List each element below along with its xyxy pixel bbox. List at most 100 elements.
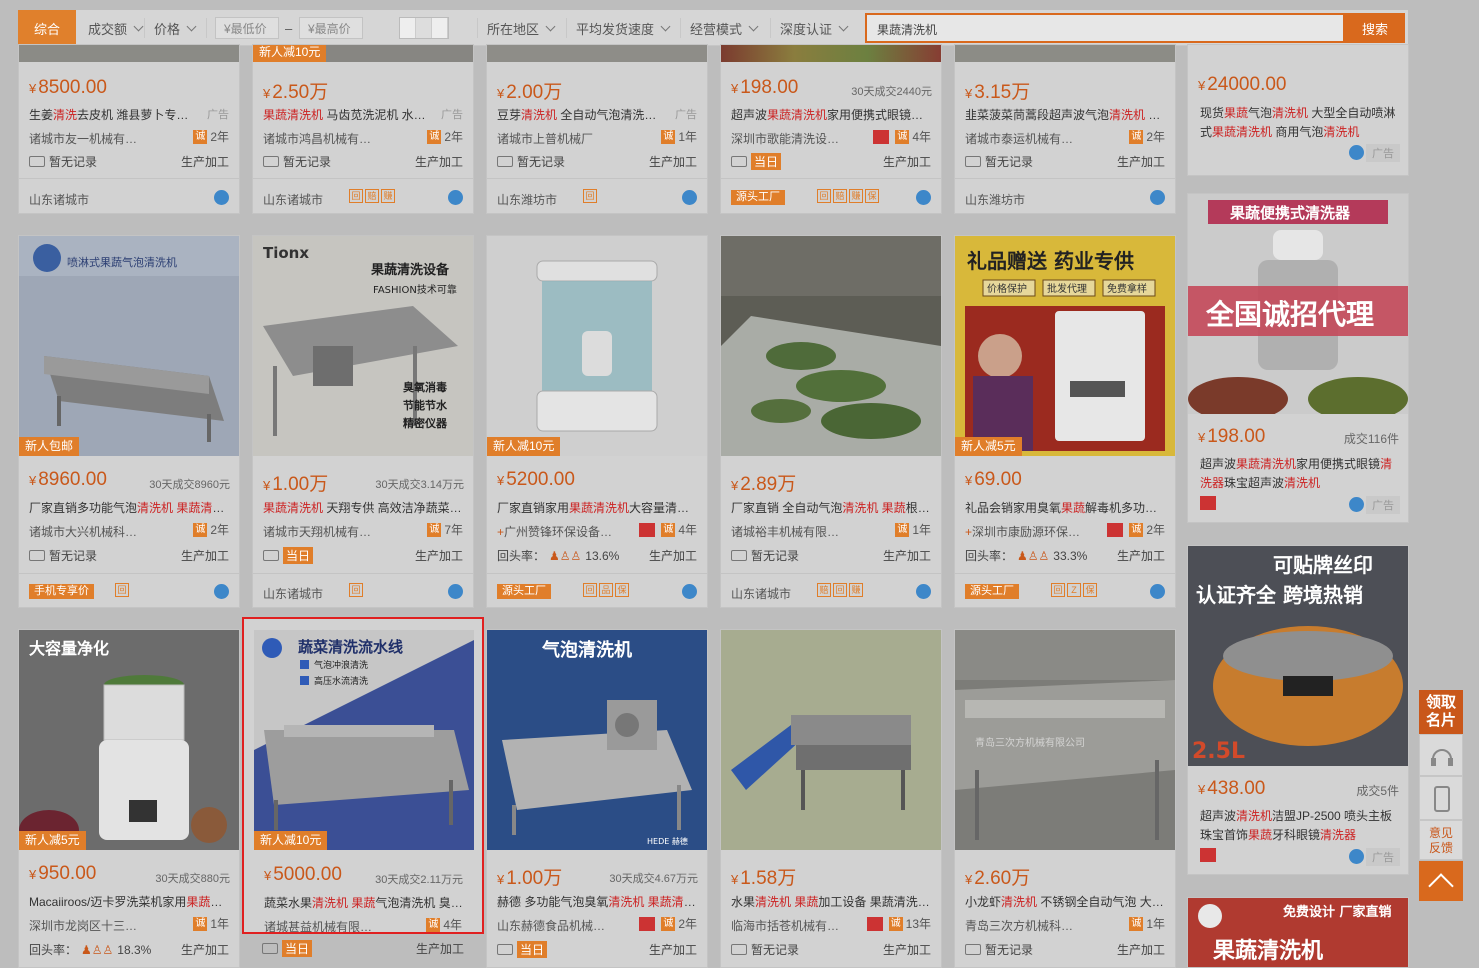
product-image[interactable]: 新人减10元 bbox=[253, 45, 473, 62]
sort-price[interactable]: 价格 bbox=[154, 18, 197, 38]
product-image[interactable] bbox=[487, 45, 707, 62]
filter-certify[interactable]: 深度认证 bbox=[780, 18, 849, 38]
shop-name[interactable]: 诸城裕丰机械有限… bbox=[731, 523, 839, 540]
wangwang-chat-icon[interactable] bbox=[682, 584, 697, 599]
wangwang-chat-icon[interactable] bbox=[448, 190, 463, 205]
shop-name[interactable]: 诸城市鸿昌机械有… bbox=[263, 130, 371, 147]
product-card[interactable]: 新人减10元 ¥5200.00 厂家直销家用果蔬清洗机大容量清… +广州赞锋环保… bbox=[486, 235, 708, 608]
product-image[interactable]: 蔬菜清洗流水线 气泡冲浪清洗 高压水流清洗 新人减10元 bbox=[254, 630, 474, 850]
shop-name[interactable]: 诸城市泰运机械有… bbox=[965, 130, 1073, 147]
product-card-selected[interactable]: 蔬菜清洗流水线 气泡冲浪清洗 高压水流清洗 新人减10元 ¥5000.00 30… bbox=[242, 617, 484, 934]
ad-image[interactable]: 果蔬便携式清洗器 全国诚招代理 bbox=[1188, 194, 1408, 421]
svg-text:高压水流清洗: 高压水流清洗 bbox=[314, 675, 368, 687]
product-title[interactable]: 蔬菜水果清洗机 果蔬气泡清洗机 臭… bbox=[264, 894, 462, 911]
product-card[interactable]: ¥3.15万 韭菜菠菜茼蒿段超声波气泡清洗机 … 诸城市泰运机械有… 诚 2年 暂… bbox=[954, 44, 1176, 214]
wangwang-chat-icon[interactable] bbox=[916, 584, 931, 599]
product-card[interactable]: 青岛三次方机械有限公司 ¥2.60万 小龙虾清洗机 不锈钢全自动气泡 大… 青岛… bbox=[954, 629, 1176, 968]
product-image[interactable]: 礼品赠送 药业专供 价格保护 批发代理 免费拿样 新人减5元 bbox=[955, 236, 1175, 456]
ad-title[interactable]: 超声波清洗机洁盟JP-2500 喷头主板珠宝首饰果蔬牙科眼镜清洗器 bbox=[1200, 807, 1396, 845]
back-to-top-button[interactable] bbox=[1419, 861, 1463, 901]
product-card[interactable]: 礼品赠送 药业专供 价格保护 批发代理 免费拿样 新人减5元 ¥69.00 礼品… bbox=[954, 235, 1176, 608]
shop-name[interactable]: 诸城市上普机械厂 bbox=[497, 130, 593, 147]
feedback-button[interactable]: 意见 反馈 bbox=[1419, 820, 1463, 860]
product-title[interactable]: 礼品会销家用臭氧果蔬解毒机多功… bbox=[965, 499, 1165, 516]
wangwang-chat-icon[interactable] bbox=[916, 190, 931, 205]
product-title[interactable]: 生姜清洗去皮机 潍县萝卜专… 广告 bbox=[29, 106, 229, 123]
product-title[interactable]: 水果清洗机 果蔬加工设备 果蔬清洗… bbox=[731, 893, 931, 910]
shop-name[interactable]: 山东赫德食品机械… bbox=[497, 917, 605, 934]
sort-volume[interactable]: 成交额 bbox=[88, 18, 144, 38]
product-image[interactable]: 喷淋式果蔬气泡清洗机 新人包邮 bbox=[19, 236, 239, 456]
filter-region[interactable]: 所在地区 bbox=[487, 18, 556, 38]
product-title[interactable]: 果蔬清洗机 马齿苋洗泥机 水… 广告 bbox=[263, 106, 463, 123]
product-title[interactable]: 厂家直销多功能气泡清洗机 果蔬清… bbox=[29, 499, 229, 516]
shop-name[interactable]: 深圳市歌能清洗设… bbox=[731, 130, 839, 147]
product-title[interactable]: 小龙虾清洗机 不锈钢全自动气泡 大… bbox=[965, 893, 1165, 910]
wangwang-chat-icon[interactable] bbox=[1349, 145, 1364, 160]
product-image[interactable]: 青岛三次方机械有限公司 bbox=[955, 630, 1175, 850]
wangwang-chat-icon[interactable] bbox=[1150, 190, 1165, 205]
wangwang-chat-icon[interactable] bbox=[1150, 584, 1165, 599]
product-title[interactable]: 豆芽清洗机 全自动气泡清洗… 广告 bbox=[497, 106, 697, 123]
view-toggle[interactable] bbox=[399, 17, 449, 39]
product-image[interactable]: 新人减10元 bbox=[487, 236, 707, 456]
product-card[interactable]: ¥198.00 30天成交2440元 超声波果蔬清洗机家用便携式眼镜… 深圳市歌… bbox=[720, 44, 942, 214]
ad-title[interactable]: 现货果蔬气泡清洗机 大型全自动喷淋式果蔬清洗机 商用气泡清洗机 bbox=[1200, 104, 1396, 142]
wangwang-chat-icon[interactable] bbox=[214, 190, 229, 205]
mobile-button[interactable] bbox=[1419, 776, 1463, 820]
wangwang-chat-icon[interactable] bbox=[448, 584, 463, 599]
shop-name[interactable]: 诸城市天翔机械有… bbox=[263, 523, 371, 540]
shop-name[interactable]: 诸城甚益机械有限… bbox=[264, 918, 372, 932]
wangwang-chat-icon[interactable] bbox=[214, 584, 229, 599]
product-title[interactable]: 果蔬清洗机 天翔专供 高效洁净蔬菜… bbox=[263, 499, 463, 516]
product-image[interactable]: Tionx 果蔬清洗设备 FASHION技术可靠 臭氧消毒 节能节水 精密仪器 bbox=[253, 236, 473, 456]
product-image[interactable] bbox=[19, 45, 239, 62]
wangwang-chat-icon[interactable] bbox=[1349, 497, 1364, 512]
filter-delivery[interactable]: 平均发货速度 bbox=[576, 18, 671, 38]
product-title[interactable]: 韭菜菠菜茼蒿段超声波气泡清洗机 … bbox=[965, 106, 1165, 123]
search-input[interactable]: 果蔬清洗机 bbox=[865, 13, 1345, 43]
product-image[interactable] bbox=[721, 236, 941, 456]
tab-comprehensive[interactable]: 综合 bbox=[18, 10, 76, 46]
product-image[interactable]: 气泡清洗机 HEDE 赫德 bbox=[487, 630, 707, 850]
product-card[interactable]: ¥2.89万 厂家直销 全自动气泡清洗机 果蔬根… 诸城裕丰机械有限… 诚 1年 … bbox=[720, 235, 942, 608]
price-max-input[interactable]: ¥最高价 bbox=[299, 17, 363, 39]
get-business-card-button[interactable]: 领取 名片 bbox=[1419, 690, 1463, 734]
shop-name[interactable]: 诸城市友一机械有… bbox=[29, 130, 137, 147]
shop-name[interactable]: 青岛三次方机械科… bbox=[965, 917, 1073, 934]
ad-title[interactable]: 超声波果蔬清洗机家用便携式眼镜清洗器珠宝超声波清洗机 bbox=[1200, 455, 1396, 493]
product-card[interactable]: ¥1.58万 水果清洗机 果蔬加工设备 果蔬清洗… 临海市括苍机械有… 诚 13年… bbox=[720, 629, 942, 968]
ad-card[interactable]: 果蔬便携式清洗器 全国诚招代理 ¥198.00 成交116件 超声波果蔬清洗机家… bbox=[1187, 193, 1409, 523]
product-title[interactable]: 超声波果蔬清洗机家用便携式眼镜… bbox=[731, 106, 931, 123]
product-card[interactable]: 喷淋式果蔬气泡清洗机 新人包邮 ¥8960.00 30天成交8960元 厂家直销… bbox=[18, 235, 240, 608]
product-title[interactable]: 厂家直销 全自动气泡清洗机 果蔬根… bbox=[731, 499, 931, 516]
product-image[interactable] bbox=[721, 45, 941, 62]
ad-image[interactable]: 可贴牌丝印 认证齐全 跨境热销 2.5L bbox=[1188, 546, 1408, 771]
product-card[interactable]: ¥8500.00 生姜清洗去皮机 潍县萝卜专… 广告 诸城市友一机械有… 诚 2年 … bbox=[18, 44, 240, 214]
product-title[interactable]: 赫德 多功能气泡臭氧清洗机 果蔬清… bbox=[497, 893, 697, 910]
shop-name[interactable]: 诸城市大兴机械科… bbox=[29, 523, 137, 540]
product-card[interactable]: ¥2.00万 豆芽清洗机 全自动气泡清洗… 广告 诸城市上普机械厂 诚 1年 暂无记… bbox=[486, 44, 708, 214]
filter-mode[interactable]: 经营模式 bbox=[690, 18, 759, 38]
product-card[interactable]: Tionx 果蔬清洗设备 FASHION技术可靠 臭氧消毒 节能节水 精密仪器 … bbox=[252, 235, 474, 608]
shop-name[interactable]: +深圳市康励源环保… bbox=[965, 523, 1080, 540]
product-image[interactable] bbox=[955, 45, 1175, 62]
search-button[interactable]: 搜索 bbox=[1345, 13, 1405, 43]
product-title[interactable]: 厂家直销家用果蔬清洗机大容量清… bbox=[497, 499, 697, 516]
product-card[interactable]: 大容量净化 新人减5元 ¥950.00 30天成交880元 Macaiiroos… bbox=[18, 629, 240, 968]
wangwang-chat-icon[interactable] bbox=[682, 190, 697, 205]
product-image[interactable]: 大容量净化 新人减5元 bbox=[19, 630, 239, 850]
ad-card[interactable]: ¥24000.00 现货果蔬气泡清洗机 大型全自动喷淋式果蔬清洗机 商用气泡清洗… bbox=[1187, 44, 1409, 176]
product-image[interactable] bbox=[721, 630, 941, 850]
wangwang-chat-icon[interactable] bbox=[1349, 849, 1364, 864]
product-title[interactable]: Macaiiroos/迈卡罗洗菜机家用果蔬… bbox=[29, 893, 229, 910]
shop-name[interactable]: 深圳市龙岗区十三… bbox=[29, 917, 137, 934]
shop-name[interactable]: 临海市括苍机械有… bbox=[731, 917, 839, 934]
product-card[interactable]: 气泡清洗机 HEDE 赫德 ¥1.00万 30天成交4.67万元 赫德 多功能气… bbox=[486, 629, 708, 968]
ad-card[interactable]: 免费设计 厂家直销 果蔬清洗机 bbox=[1187, 897, 1409, 968]
shop-name[interactable]: +广州赞锋环保设备… bbox=[497, 523, 612, 540]
product-card[interactable]: 新人减10元 ¥2.50万 果蔬清洗机 马齿苋洗泥机 水… 广告 诸城市鸿昌机械有… bbox=[252, 44, 474, 214]
ad-card[interactable]: 可贴牌丝印 认证齐全 跨境热销 2.5L ¥438.00 成交5件 超声波清洗机… bbox=[1187, 545, 1409, 875]
price-min-input[interactable]: ¥最低价 bbox=[215, 17, 279, 39]
customer-service-button[interactable] bbox=[1419, 734, 1463, 776]
